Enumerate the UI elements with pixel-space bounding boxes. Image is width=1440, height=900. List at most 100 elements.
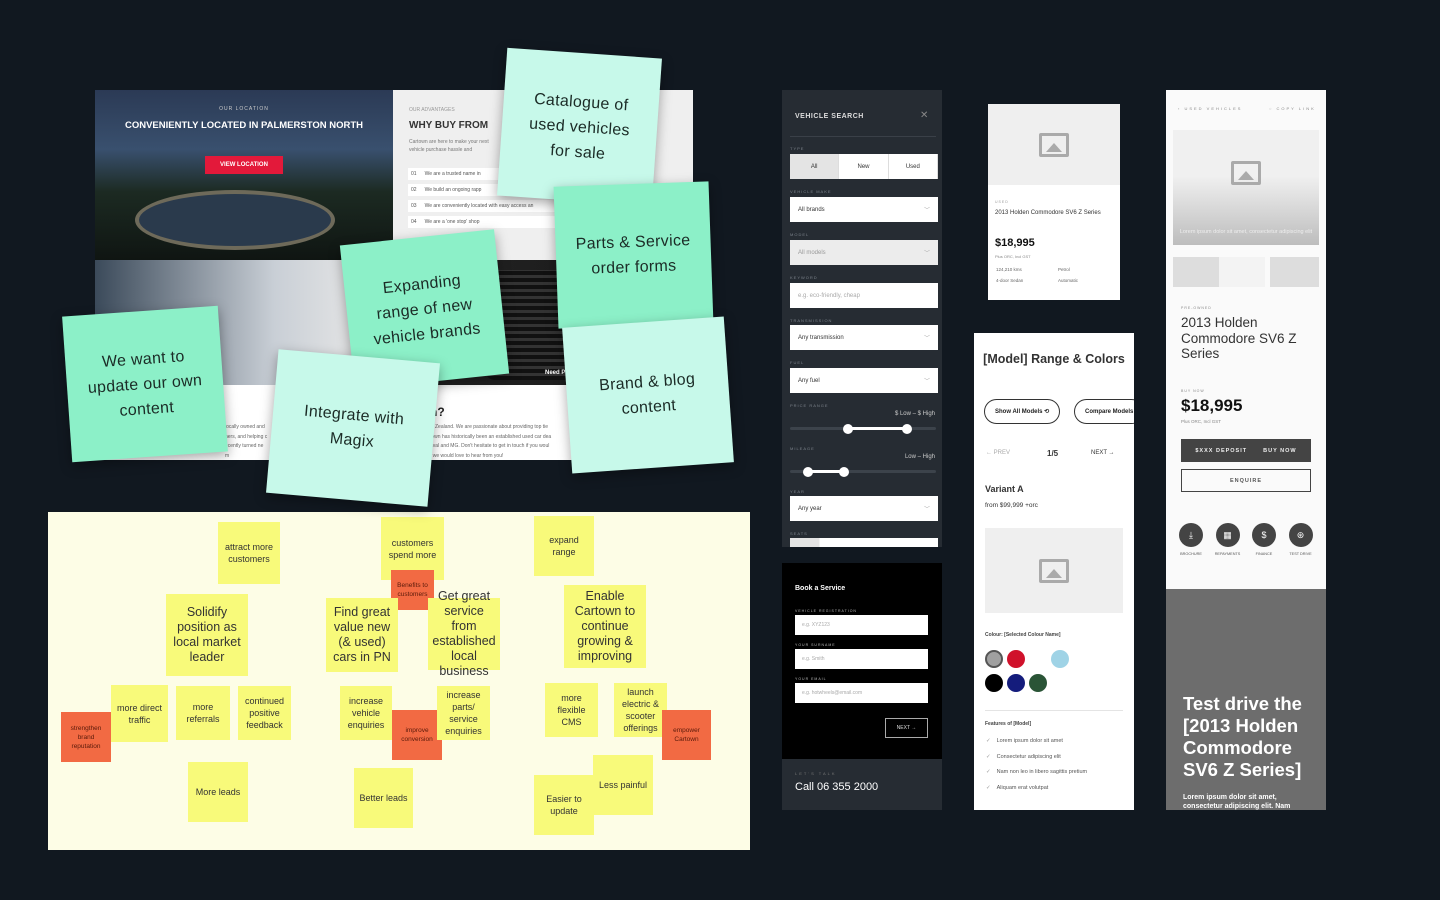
deposit-buy-button[interactable]: $XXX DEPOSIT BUY NOW	[1181, 439, 1311, 462]
thumbnail[interactable]	[1270, 257, 1319, 287]
spec-item: Petrol	[1058, 267, 1070, 272]
advantage-text: We are a trusted name in	[424, 171, 481, 177]
download-button[interactable]: ⤓	[1179, 523, 1203, 547]
post-it-note: more flexible CMS	[545, 683, 598, 737]
show-all-models-button[interactable]: Show All Models ⟲	[984, 399, 1061, 424]
vehicle-price: $18,995	[1181, 396, 1243, 415]
phone-link[interactable]: Call 06 355 2000	[795, 781, 878, 793]
advantage-number: 03	[411, 203, 417, 209]
post-it-note: continued positive feedback	[238, 686, 291, 740]
image-icon	[1039, 558, 1069, 583]
colour-swatch[interactable]	[1051, 650, 1069, 668]
post-it-note: improve conversion	[392, 710, 442, 760]
post-it-note: more direct traffic	[111, 685, 168, 742]
colour-swatch[interactable]	[1029, 674, 1047, 692]
fuel-value: Any fuel	[798, 377, 820, 384]
seats-selector[interactable]	[790, 538, 938, 547]
model-select[interactable]: All models ﹀	[790, 240, 938, 265]
colour-swatch[interactable]	[1029, 650, 1047, 668]
vehicle-card[interactable]: USED 2013 Holden Commodore SV6 Z Series …	[988, 104, 1120, 300]
back-link[interactable]: ‹ USED VEHICLES	[1178, 106, 1242, 111]
mileage-range-slider[interactable]	[790, 466, 936, 477]
post-it-note: strengthen brand reputation	[61, 712, 111, 762]
variant-price: from $99,999 +orc	[985, 502, 1038, 509]
chevron-down-icon: ﹀	[923, 251, 930, 257]
view-location-button[interactable]: VIEW LOCATION	[205, 156, 283, 174]
type-option-used[interactable]: Used	[889, 154, 938, 179]
about-line: w Zealand. We are passionate about provi…	[430, 424, 549, 430]
download-icon: ⤓	[1189, 529, 1193, 540]
thumbnail[interactable]	[1173, 257, 1219, 287]
thumbnail[interactable]	[1219, 257, 1265, 287]
book-service-form: Book a Service NEXT → LET'S TALK Call 06…	[782, 563, 942, 810]
price-label: PRICE RANGE	[790, 403, 829, 408]
slider-handle[interactable]	[843, 423, 854, 434]
calculator-button[interactable]: ▦	[1215, 523, 1240, 547]
spec-item: Automatic	[1058, 278, 1079, 283]
prev-button[interactable]: ← PREV	[986, 450, 1010, 456]
card-price: $18,995	[995, 237, 1035, 249]
slider-handle[interactable]	[839, 466, 850, 477]
text-input[interactable]: e.g. Smith	[795, 649, 928, 669]
make-select[interactable]: All brands ﹀	[790, 197, 938, 222]
enquire-button[interactable]: ENQUIRE	[1181, 469, 1311, 492]
colour-swatch[interactable]	[1007, 650, 1025, 668]
kicker: PRE-OWNED	[1181, 306, 1212, 310]
type-option-all[interactable]: All	[790, 154, 840, 179]
slider-handle[interactable]	[901, 423, 912, 434]
check-icon: ✓	[986, 784, 991, 791]
steering-wheel-button[interactable]: ⊛	[1288, 523, 1313, 547]
why-desc: Cartown are here to make your next vehic…	[409, 139, 489, 153]
post-it-note: more referrals	[176, 686, 230, 740]
post-it-note: Less painful	[593, 755, 653, 815]
make-label: VEHICLE MAKE	[790, 189, 832, 194]
text-input[interactable]: e.g. XYZ123	[795, 615, 928, 635]
chevron-down-icon: ﹀	[923, 208, 930, 214]
transmission-select[interactable]: Any transmission ﹀	[790, 325, 938, 350]
buy-now-label: BUY NOW	[1263, 447, 1297, 454]
mileage-range-value: Low – High	[904, 454, 935, 460]
gallery-caption: Lorem ipsum dolor sit amet, consectetur …	[1179, 229, 1313, 235]
fuel-select[interactable]: Any fuel ﹀	[790, 368, 938, 393]
post-it-note: Get great service from established local…	[428, 589, 500, 678]
text-input[interactable]: e.g. hotwheels@email.com	[795, 683, 928, 703]
close-icon[interactable]: ✕	[920, 110, 928, 121]
next-button[interactable]: NEXT →	[885, 718, 928, 738]
chevron-down-icon: ﹀	[923, 336, 930, 342]
action-label: TEST DRIVE	[1289, 552, 1312, 556]
calculator-icon: ▦	[1223, 529, 1232, 540]
feature-item: ✓ Aliquam erat volutpat	[986, 785, 1048, 791]
action-label: BROCHURE	[1180, 552, 1202, 556]
money-bag-button[interactable]: $	[1252, 523, 1276, 547]
colour-label: Colour: [Selected Colour Name]	[985, 632, 1061, 638]
year-select[interactable]: Any year ﹀	[790, 496, 938, 521]
colour-swatch[interactable]	[985, 674, 1003, 692]
vehicle-detail-page: ‹ USED VEHICLES ◌ COPY LINK Lorem ipsum …	[1166, 90, 1326, 810]
about-right-text: w Zealand. We are passionate about provi…	[430, 423, 551, 460]
image-icon	[1231, 160, 1261, 185]
keyword-input[interactable]: e.g. eco-friendly, cheap	[790, 283, 938, 308]
sticky-note: Brand & blog content	[562, 316, 734, 474]
form-title: Book a Service	[795, 585, 846, 592]
compare-models-button[interactable]: Compare Models	[1074, 399, 1134, 424]
copy-link-button[interactable]: ◌ COPY LINK	[1269, 106, 1316, 111]
type-segmented-control[interactable]: All New Used	[790, 154, 938, 179]
advantage-text: We build an ongoing rapp	[424, 187, 482, 193]
sticky-note: We want to update our own content	[62, 305, 228, 463]
slider-fill	[848, 427, 907, 430]
price-range-slider[interactable]	[790, 423, 936, 434]
colour-swatch[interactable]	[985, 650, 1003, 668]
keyword-label: KEYWORD	[790, 275, 818, 280]
type-option-new[interactable]: New	[839, 154, 889, 179]
about-line: locally owned and	[225, 424, 265, 430]
colour-swatch[interactable]	[1007, 674, 1025, 692]
copy-link-label: COPY LINK	[1276, 106, 1316, 111]
why-kicker: OUR ADVANTAGES	[409, 107, 455, 113]
feature-text: Lorem ipsum dolor sit amet	[996, 738, 1063, 744]
next-button[interactable]: NEXT →	[1091, 450, 1115, 456]
mileage-label: MILEAGE	[790, 446, 815, 451]
slider-handle[interactable]	[802, 466, 813, 477]
feature-item: ✓ Lorem ipsum dolor sit amet	[986, 738, 1063, 744]
sticky-note: Parts & Service order forms	[553, 181, 714, 329]
post-it-note: expand range	[534, 516, 594, 576]
